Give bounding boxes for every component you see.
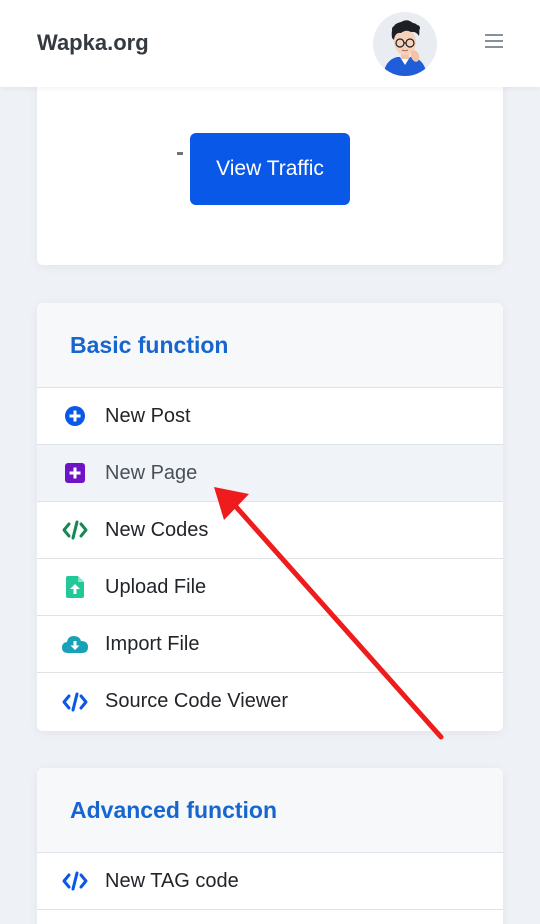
list-item-new-tag-code[interactable]: New TAG code: [37, 853, 503, 910]
list-item-label: New TAG code: [105, 869, 239, 892]
cloud-download-icon: [62, 631, 88, 657]
view-traffic-button[interactable]: View Traffic: [190, 133, 350, 205]
list-item-label: New Post: [105, 404, 191, 427]
list-item-upload-file[interactable]: Upload File: [37, 559, 503, 616]
list-item-label: New Codes: [105, 518, 209, 541]
list-item-label: Source Code Viewer: [105, 690, 289, 712]
traffic-card: View Traffic: [37, 60, 503, 265]
basic-function-card: Basic function New Post New Page New Cod…: [37, 303, 503, 731]
hamburger-menu-icon[interactable]: [485, 34, 507, 54]
list-item-label: Import File: [105, 632, 200, 655]
user-avatar-icon[interactable]: [373, 12, 437, 76]
list-item-label: New Page: [105, 461, 198, 484]
basic-function-title: Basic function: [70, 331, 229, 358]
advanced-function-title: Advanced function: [70, 796, 278, 823]
brand-logo-text[interactable]: Wapka.org: [37, 30, 149, 56]
list-item-label: Upload File: [105, 575, 207, 598]
list-item-new-post[interactable]: New Post: [37, 388, 503, 445]
code-icon: [62, 689, 88, 715]
advanced-function-card: Advanced function New TAG code: [37, 768, 503, 924]
list-item-new-codes[interactable]: New Codes: [37, 502, 503, 559]
code-icon: [62, 517, 88, 543]
plus-square-icon: [62, 460, 88, 486]
list-item-import-file[interactable]: Import File: [37, 616, 503, 673]
page: View Traffic Basic function New Post New…: [0, 0, 540, 924]
advanced-function-header: Advanced function: [37, 768, 503, 853]
plus-circle-icon: [62, 403, 88, 429]
list-item-next[interactable]: [37, 910, 503, 924]
code-icon: [62, 868, 88, 894]
list-item-source-code-viewer[interactable]: Source Code Viewer: [37, 673, 503, 730]
top-navbar: Wapka.org: [0, 0, 540, 87]
list-item-new-page[interactable]: New Page: [37, 445, 503, 502]
file-upload-icon: [62, 574, 88, 600]
basic-function-header: Basic function: [37, 303, 503, 388]
